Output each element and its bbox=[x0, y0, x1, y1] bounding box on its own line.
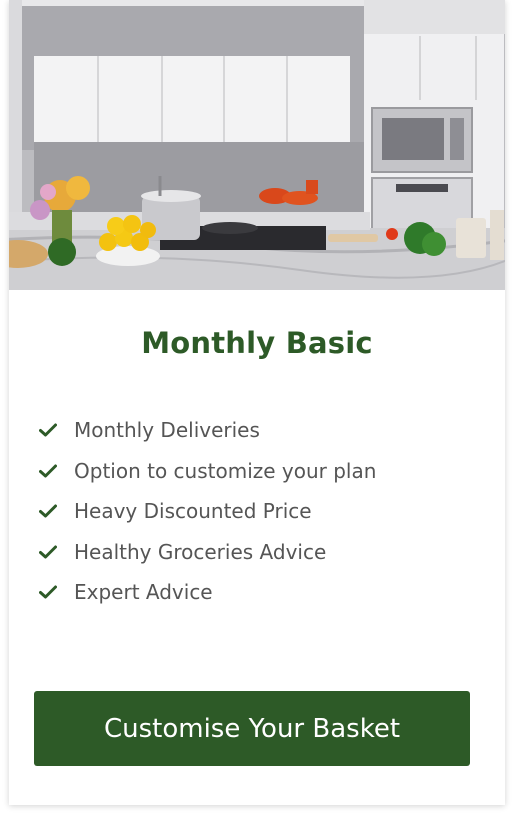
feature-item: Heavy Discounted Price bbox=[38, 491, 376, 532]
check-icon bbox=[38, 461, 58, 481]
feature-label: Option to customize your plan bbox=[74, 458, 377, 483]
check-icon bbox=[38, 582, 58, 602]
feature-label: Healthy Groceries Advice bbox=[74, 539, 327, 564]
feature-item: Healthy Groceries Advice bbox=[38, 532, 376, 573]
feature-item: Monthly Deliveries bbox=[38, 410, 376, 451]
feature-item: Expert Advice bbox=[38, 572, 376, 613]
feature-item: Option to customize your plan bbox=[38, 451, 376, 492]
feature-label: Expert Advice bbox=[74, 580, 213, 605]
check-icon bbox=[38, 420, 58, 440]
feature-list: Monthly Deliveries Option to customize y… bbox=[38, 410, 376, 613]
feature-label: Monthly Deliveries bbox=[74, 418, 260, 443]
kitchen-photo bbox=[9, 0, 505, 290]
plan-card: Monthly Basic Monthly Deliveries Option … bbox=[9, 0, 505, 805]
check-icon bbox=[38, 501, 58, 521]
feature-label: Heavy Discounted Price bbox=[74, 499, 312, 524]
plan-title: Monthly Basic bbox=[141, 326, 373, 360]
check-icon bbox=[38, 542, 58, 562]
customise-basket-button[interactable]: Customise Your Basket bbox=[34, 691, 470, 766]
